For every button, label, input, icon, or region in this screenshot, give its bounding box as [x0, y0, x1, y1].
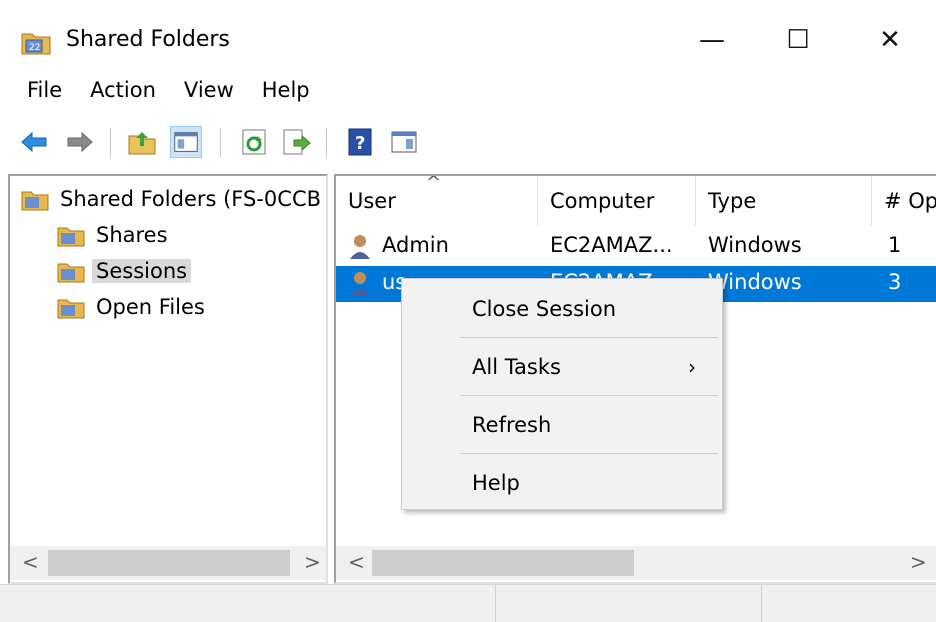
menu-separator: [460, 337, 718, 338]
show-hide-console-tree-icon[interactable]: [170, 126, 202, 158]
menu-item-all-tasks[interactable]: All Tasks ›: [402, 340, 722, 394]
cell-open-files: 1: [888, 233, 902, 257]
maximize-button[interactable]: ☐: [758, 14, 838, 66]
refresh-icon[interactable]: [238, 126, 270, 158]
scroll-left-arrow[interactable]: <: [22, 550, 39, 574]
cell-user: Admin: [382, 233, 449, 257]
window-title: Shared Folders: [66, 27, 230, 52]
column-header-open-files[interactable]: # Op: [872, 176, 936, 226]
menu-separator: [460, 395, 718, 396]
help-icon[interactable]: ?: [344, 126, 376, 158]
tree-item-label: Shares: [96, 223, 168, 247]
chevron-right-icon: ›: [688, 355, 696, 379]
sessions-icon: [57, 263, 85, 283]
shared-folders-icon: 22: [21, 33, 51, 55]
tree-item-open-files[interactable]: Open Files: [56, 290, 205, 324]
title-bar: 22 Shared Folders — ☐ ✕: [0, 0, 936, 72]
console-tree: Shared Folders (FS-0CCB Shares Sessions …: [8, 174, 328, 584]
shares-icon: [57, 227, 85, 247]
status-segment: [496, 585, 762, 622]
tree-item-label: Sessions: [92, 259, 192, 283]
menu-action[interactable]: Action: [76, 74, 170, 112]
tree-horizontal-scrollbar[interactable]: < >: [10, 546, 326, 580]
menu-item-close-session[interactable]: Close Session: [402, 282, 722, 336]
close-button[interactable]: ✕: [850, 14, 930, 66]
tree-root-label: Shared Folders (FS-0CCB: [60, 187, 322, 211]
tree-item-shares[interactable]: Shares: [56, 218, 168, 252]
tree-item-label: Open Files: [96, 295, 205, 319]
svg-text:22: 22: [29, 43, 40, 53]
cell-type: Windows: [708, 233, 802, 257]
user-icon: [350, 235, 370, 259]
column-header-computer[interactable]: Computer: [538, 176, 696, 226]
menu-item-help[interactable]: Help: [402, 456, 722, 510]
menu-separator: [460, 453, 718, 454]
shared-folders-icon: [21, 191, 49, 211]
svg-text:?: ?: [355, 133, 365, 154]
context-menu: Close Session All Tasks › Refresh Help: [401, 278, 723, 510]
minimize-button[interactable]: —: [672, 14, 752, 66]
scroll-thumb[interactable]: [372, 550, 634, 576]
show-action-pane-icon[interactable]: [388, 126, 420, 158]
scroll-right-arrow[interactable]: >: [910, 550, 927, 574]
status-bar: [0, 584, 936, 622]
scroll-left-arrow[interactable]: <: [348, 550, 365, 574]
tree-item-sessions[interactable]: Sessions: [56, 254, 192, 288]
tree-root-shared-folders[interactable]: Shared Folders (FS-0CCB: [20, 182, 321, 216]
table-row[interactable]: Admin EC2AMAZ... Windows 1: [336, 229, 936, 265]
open-files-icon: [57, 299, 85, 319]
status-segment: [762, 585, 936, 622]
cell-open-files: 3: [888, 270, 902, 294]
sort-ascending-icon: ^: [426, 174, 442, 193]
up-folder-icon[interactable]: [126, 126, 158, 158]
scroll-right-arrow[interactable]: >: [304, 550, 321, 574]
menu-view[interactable]: View: [170, 74, 248, 112]
status-segment: [0, 585, 496, 622]
scroll-thumb[interactable]: [48, 550, 290, 576]
list-horizontal-scrollbar[interactable]: < >: [336, 546, 936, 580]
export-list-icon[interactable]: [280, 126, 312, 158]
column-header-user[interactable]: User ^: [336, 176, 538, 226]
forward-arrow-icon[interactable]: [64, 126, 96, 158]
user-icon: [350, 272, 370, 296]
back-arrow-icon[interactable]: [18, 126, 50, 158]
cell-computer: EC2AMAZ...: [550, 233, 673, 257]
column-header-type[interactable]: Type: [696, 176, 872, 226]
menu-item-refresh[interactable]: Refresh: [402, 398, 722, 452]
menu-bar: File Action View Help: [0, 74, 936, 112]
toolbar: ?: [0, 118, 936, 168]
menu-help[interactable]: Help: [248, 74, 324, 112]
menu-file[interactable]: File: [0, 74, 76, 112]
